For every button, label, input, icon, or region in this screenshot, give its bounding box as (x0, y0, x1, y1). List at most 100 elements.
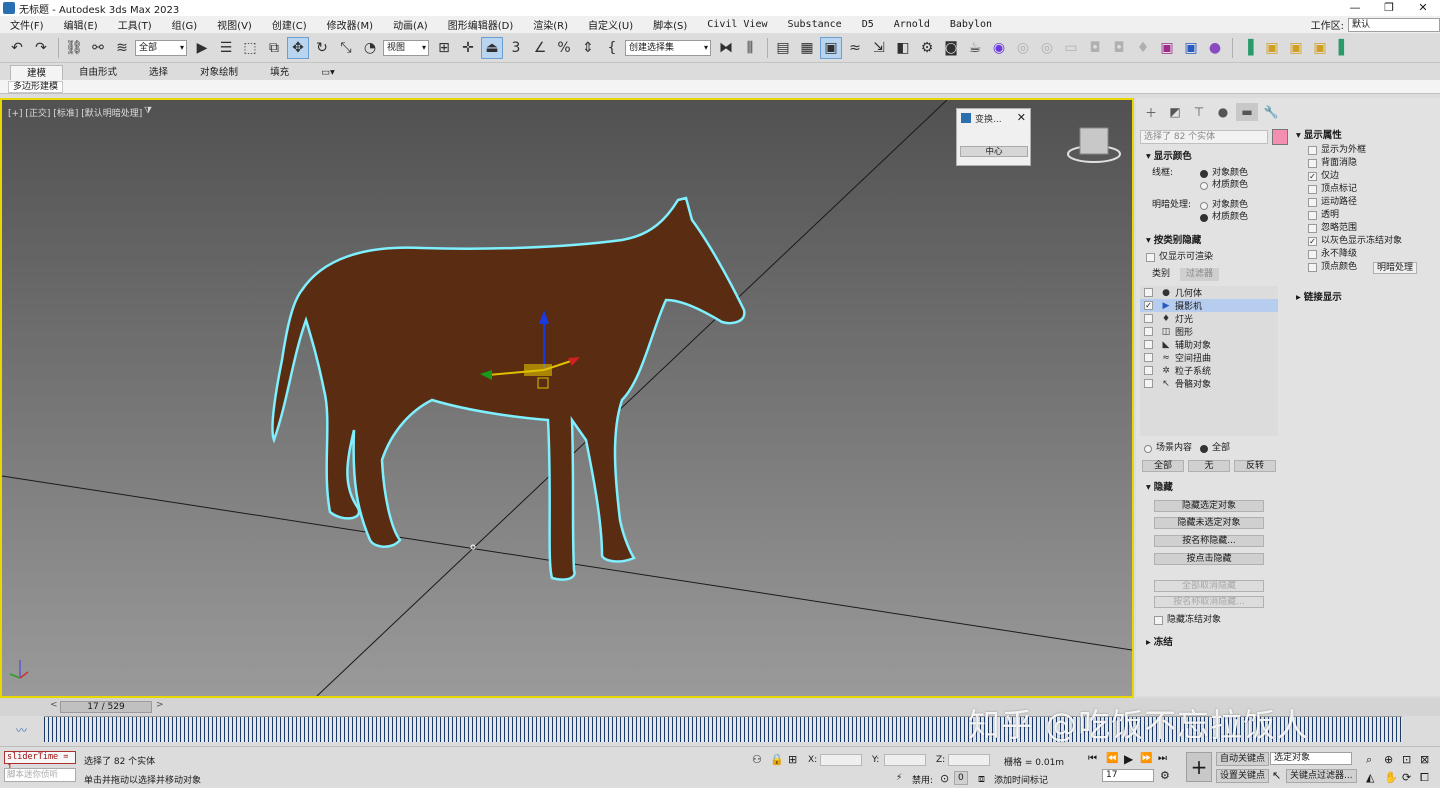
motion-tab-icon[interactable]: ● (1212, 103, 1234, 121)
angle-snap-icon[interactable]: ∠ (529, 37, 551, 59)
close-button[interactable]: ✕ (1406, 0, 1440, 16)
menu-customize[interactable]: 自定义(U) (578, 17, 643, 32)
viewport-filter-icon[interactable]: ⧩ (144, 106, 152, 116)
zoom-extents-icon[interactable]: ⊡ (1402, 753, 1411, 766)
curve-editor-toggle-icon[interactable]: 〰 (16, 722, 27, 738)
bind-spacewarp-icon[interactable]: ≋ (111, 37, 133, 59)
checkbox-icon[interactable] (1144, 353, 1153, 362)
category-camera-row[interactable]: ✓ ▶ 摄影机 (1140, 299, 1278, 312)
viewcube-box[interactable] (1079, 127, 1109, 155)
viewport-perspective[interactable]: [+] [正交] [标准] [默认明暗处理] ⧩ 变换... ✕ 中心 (0, 98, 1134, 698)
hide-by-name-button[interactable]: 按名称隐藏... (1154, 535, 1264, 547)
plugin-disabled-icon[interactable]: ◘ (1108, 37, 1130, 59)
maximize-viewport-icon[interactable]: ⧠ (1420, 771, 1429, 785)
time-slider-thumb[interactable]: 17 / 529 (60, 701, 152, 713)
zoom-all-icon[interactable]: ⊕ (1384, 753, 1393, 766)
tab-category[interactable]: 类别 (1146, 268, 1177, 281)
align-icon[interactable]: ⫼ (739, 37, 761, 59)
time-tag-icon[interactable]: ⧈ (978, 772, 985, 786)
maxscript-mini-listener[interactable]: 脚本迷你侦听 (4, 768, 76, 782)
category-bones-row[interactable]: ↖ 骨骼对象 (1140, 377, 1278, 390)
unhide-all-button[interactable]: 全部取消隐藏 (1154, 580, 1264, 592)
panel-folder-icon[interactable]: ▣ (1285, 37, 1307, 59)
link-icon[interactable]: ⛓ (63, 37, 85, 59)
backface-cull-checkbox[interactable]: 背面消隐 (1308, 157, 1436, 170)
checkbox-icon[interactable] (1144, 288, 1153, 297)
menu-scripting[interactable]: 脚本(S) (643, 17, 697, 32)
display-properties-header[interactable]: 显示属性 (1290, 129, 1436, 143)
absolute-mode-icon[interactable]: ⊞ (788, 753, 797, 766)
plugin-d5-icon[interactable]: ◉ (988, 37, 1010, 59)
all-radio[interactable]: 全部 (1200, 442, 1230, 455)
menu-modifiers[interactable]: 修改器(M) (317, 17, 383, 32)
never-degrade-checkbox[interactable]: 永不降级 (1308, 248, 1436, 261)
manipulate-icon[interactable]: ✛ (457, 37, 479, 59)
go-to-end-icon[interactable]: ⏭ (1158, 753, 1167, 764)
rect-selection-region-icon[interactable]: ⬚ (239, 37, 261, 59)
ignore-extents-checkbox[interactable]: 忽略范围 (1308, 222, 1436, 235)
horse-silhouette[interactable] (271, 196, 746, 581)
go-to-start-icon[interactable]: ⏮ (1088, 753, 1097, 764)
previous-frame-icon[interactable]: ⏪ (1106, 753, 1118, 764)
zoom-icon[interactable]: ⌕ (1366, 753, 1372, 767)
hide-by-category-header[interactable]: 按类别隐藏 (1140, 234, 1282, 248)
category-particles-row[interactable]: ✲ 粒子系统 (1140, 364, 1278, 377)
category-spacewarps-row[interactable]: ≈ 空间扭曲 (1140, 351, 1278, 364)
named-selection-sets-dropdown[interactable]: 创建选择集 (625, 39, 711, 56)
next-frame-icon[interactable]: ⏩ (1140, 753, 1152, 764)
selection-filter-dropdown[interactable]: 全部 (135, 39, 187, 56)
hide-frozen-checkbox[interactable]: 隐藏冻结对象 (1154, 614, 1221, 627)
show-frozen-gray-checkbox[interactable]: ✓ 以灰色显示冻结对象 (1308, 235, 1436, 248)
reference-coord-dropdown[interactable]: 视图 (383, 39, 429, 56)
object-color-swatch[interactable] (1272, 129, 1288, 145)
ribbon-options-icon[interactable]: ▭▾ (305, 65, 351, 80)
time-slider-prev[interactable]: < (50, 700, 58, 710)
checkbox-icon[interactable] (1144, 366, 1153, 375)
schematic-view-icon[interactable]: ⇲ (868, 37, 890, 59)
zoom-extents-all-icon[interactable]: ⊠ (1420, 753, 1429, 766)
set-key-button[interactable]: 设置关键点 (1216, 769, 1270, 783)
minimize-button[interactable]: — (1338, 0, 1372, 16)
redo-icon[interactable]: ↷ (30, 37, 52, 59)
viewcube[interactable] (1067, 127, 1121, 163)
maxscript-listener-output[interactable]: sliderTime = 1 (4, 751, 76, 773)
select-all-categories-button[interactable]: 全部 (1142, 460, 1184, 472)
menu-group[interactable]: 组(G) (162, 17, 208, 32)
select-object-icon[interactable]: ▶ (191, 37, 213, 59)
skp-icon[interactable]: ▣ (1180, 37, 1202, 59)
dsa-icon[interactable]: ▣ (1156, 37, 1178, 59)
trajectory-checkbox[interactable]: 运动路径 (1308, 196, 1436, 209)
menu-tools[interactable]: 工具(T) (108, 17, 162, 32)
display-as-box-checkbox[interactable]: 显示为外框 (1308, 144, 1436, 157)
render-setup-icon[interactable]: ⚙ (916, 37, 938, 59)
y-coord-field[interactable] (884, 754, 926, 766)
panel-right-icon[interactable]: ▌ (1333, 37, 1355, 59)
tab-populate[interactable]: 填充 (254, 65, 305, 80)
invert-categories-button[interactable]: 反转 (1234, 460, 1276, 472)
modify-tab-icon[interactable]: ◩ (1164, 103, 1186, 121)
panel-left-icon[interactable]: ▐ (1237, 37, 1259, 59)
panel-folder-icon[interactable]: ▣ (1309, 37, 1331, 59)
tab-modeling[interactable]: 建模 (10, 65, 64, 80)
pivot-center-icon[interactable]: ⊞ (433, 37, 455, 59)
category-helpers-row[interactable]: ◣ 辅助对象 (1140, 338, 1278, 351)
keyboard-shortcut-icon[interactable]: ⏏ (481, 36, 503, 59)
menu-substance[interactable]: Substance (778, 19, 852, 30)
wire-material-color-option[interactable]: 材质颜色 (1200, 179, 1248, 192)
menu-file[interactable]: 文件(F) (0, 17, 54, 32)
checkbox-icon[interactable] (1144, 379, 1153, 388)
viewport-label-menu[interactable]: [+] [正交] [标准] [默认明暗处理] (8, 106, 142, 119)
plugin-disabled-icon[interactable]: ◎ (1036, 37, 1058, 59)
hide-header[interactable]: 隐藏 (1140, 481, 1282, 495)
time-config-icon[interactable]: ⚙ (1160, 769, 1170, 782)
select-and-scale-icon[interactable]: ⤡ (335, 37, 357, 59)
only-renderable-checkbox[interactable]: 仅显示可渲染 (1140, 251, 1282, 264)
add-time-tag-button[interactable]: 添加时间标记 (994, 773, 1048, 786)
utilities-tab-icon[interactable]: 🔧 (1260, 103, 1282, 121)
panel-folder-icon[interactable]: ▣ (1261, 37, 1283, 59)
checkbox-icon[interactable] (1144, 340, 1153, 349)
hierarchy-tab-icon[interactable]: ⊤ (1188, 103, 1210, 121)
unlink-icon[interactable]: ⚯ (87, 37, 109, 59)
menu-arnold[interactable]: Arnold (884, 19, 940, 30)
gizmo-plane-handle[interactable] (524, 364, 552, 376)
